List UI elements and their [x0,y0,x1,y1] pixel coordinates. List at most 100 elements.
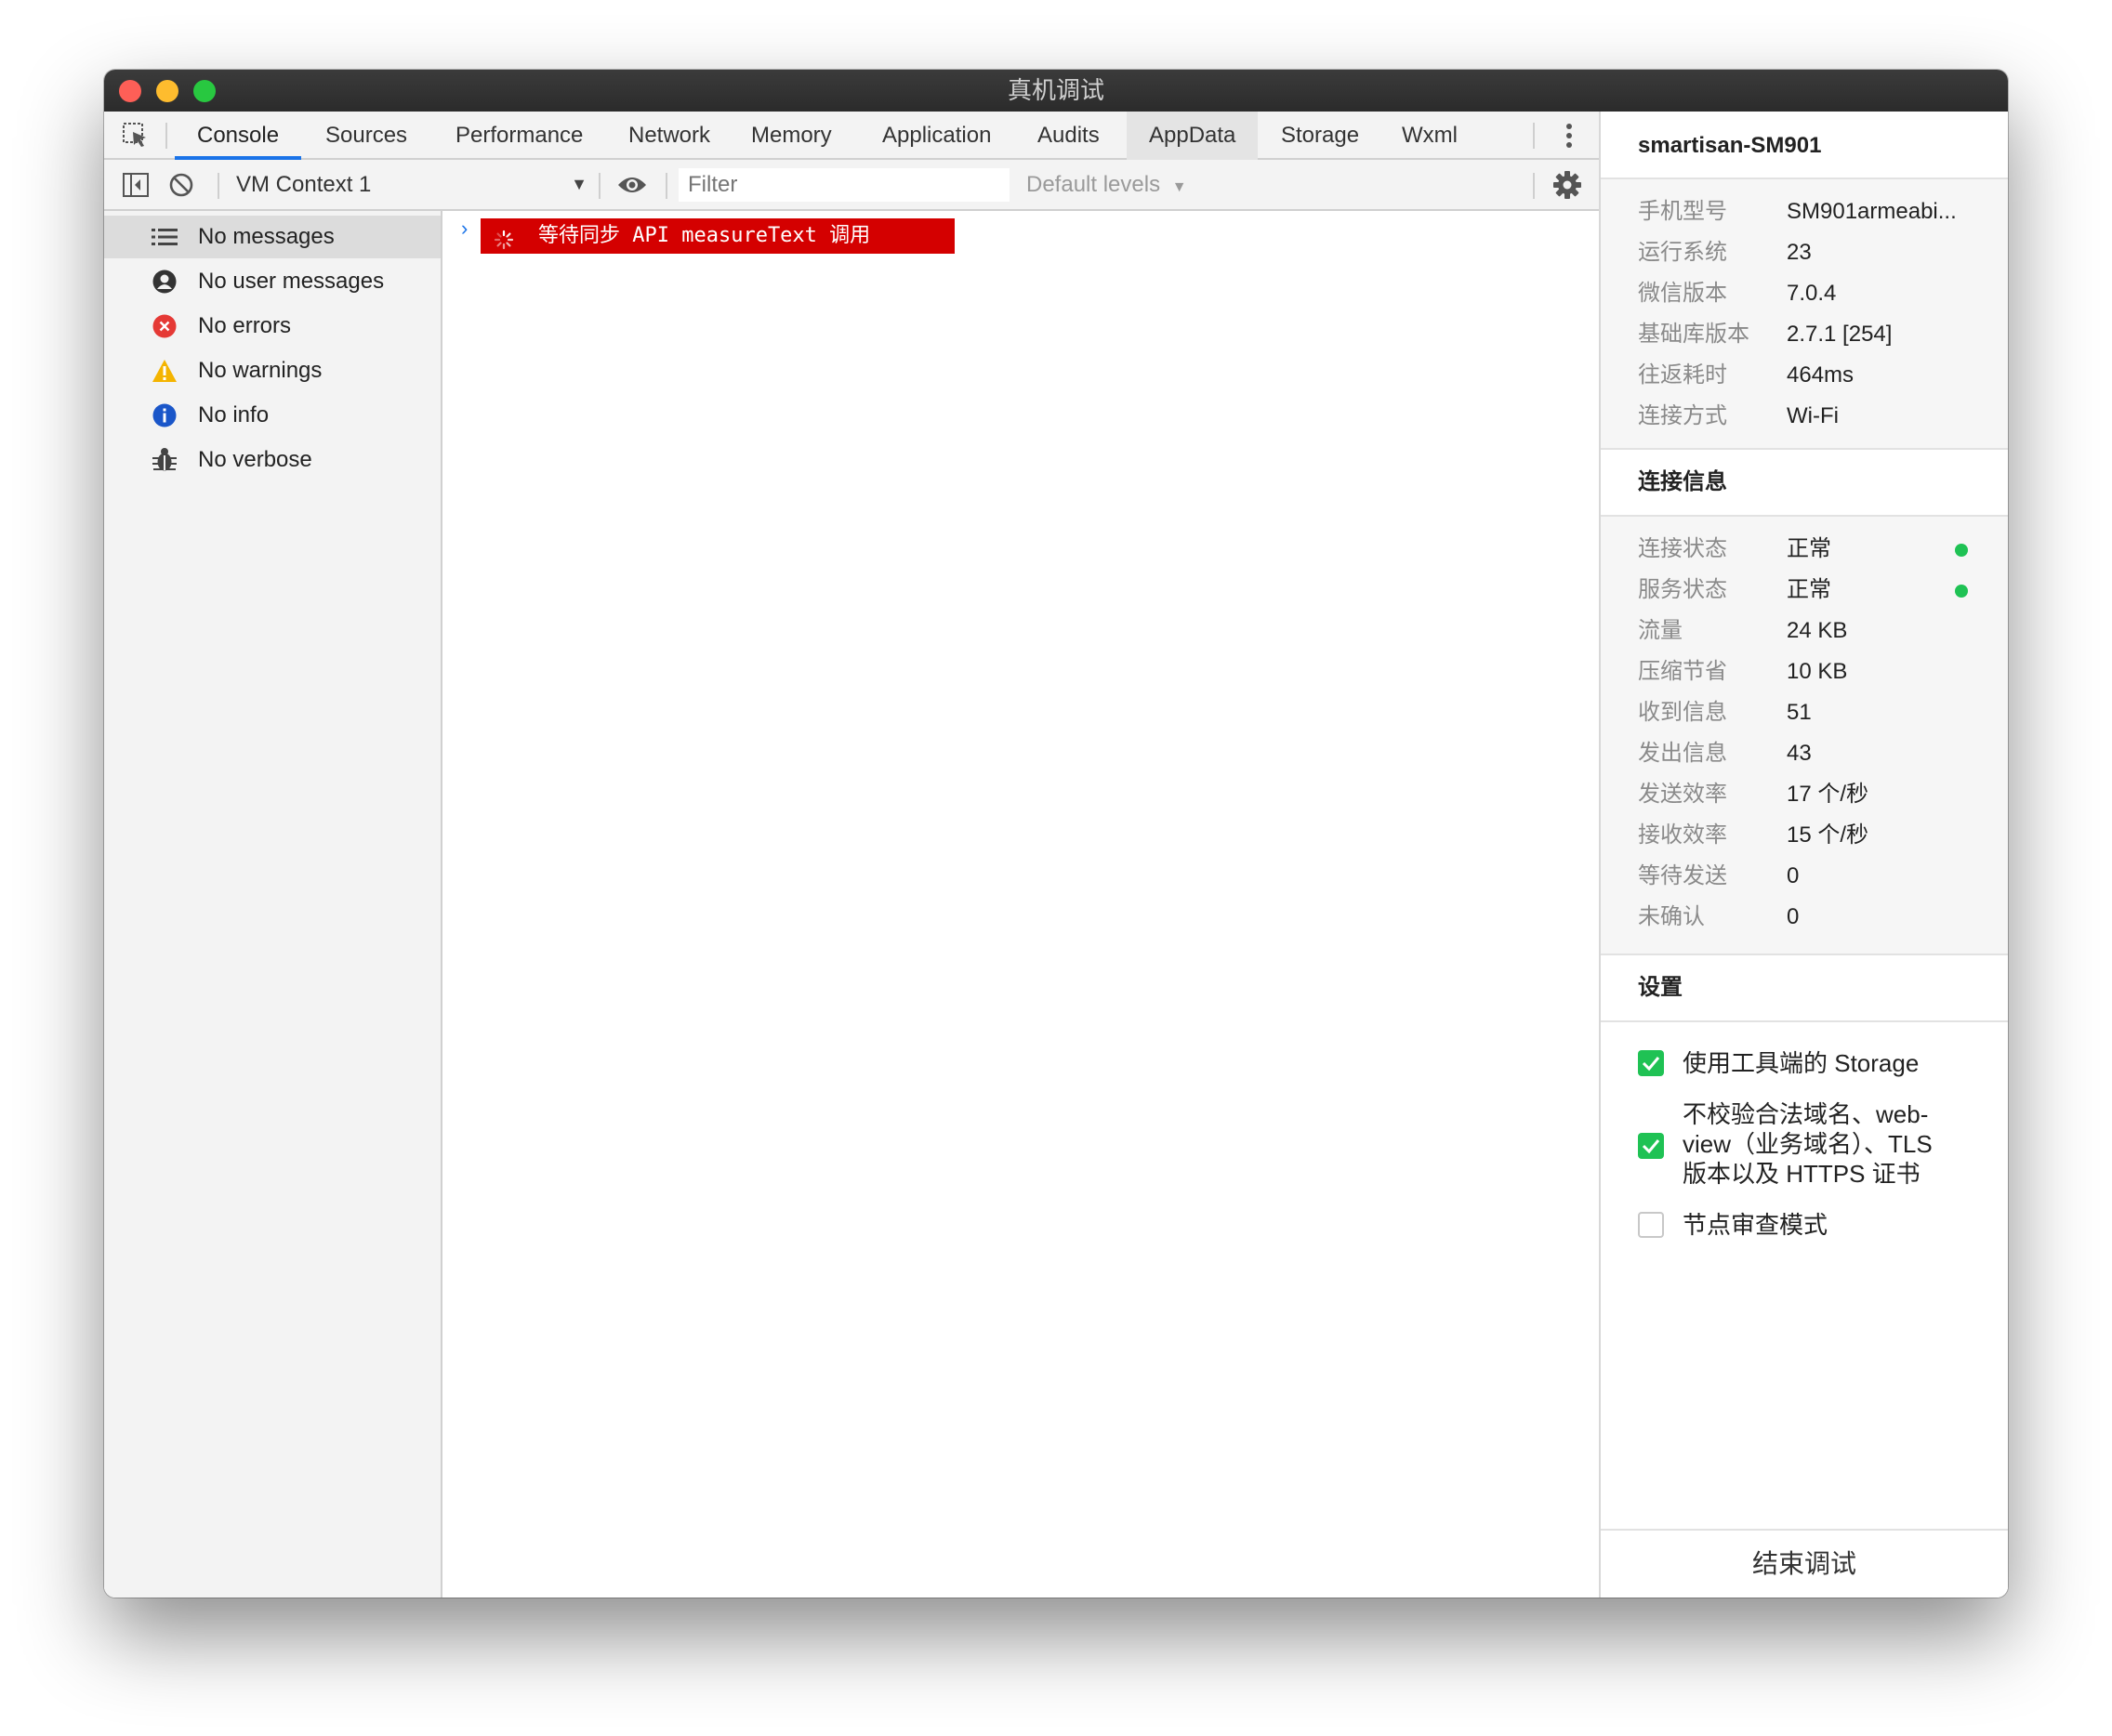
settings-section-title: 设置 [1601,953,2008,1022]
divider [666,173,667,199]
bug-icon [151,446,178,474]
connection-row: 等待发送 0 [1638,858,1982,895]
connection-key: 等待发送 [1638,863,1727,888]
end-debug-button[interactable]: 结束调试 [1601,1529,2008,1598]
close-window-button[interactable] [119,80,141,102]
info-row: 微信版本 7.0.4 [1638,275,1982,312]
setting-skip-domain-check[interactable]: 不校验合法域名、web- view（业务域名）、TLS 版本以及 HTTPS 证… [1638,1099,1991,1190]
connection-row: 未确认 0 [1638,899,1982,936]
connection-row: 压缩节省 10 KB [1638,653,1982,690]
context-label: VM Context 1 [236,172,372,197]
sidebar-item-errors[interactable]: No errors [104,305,441,348]
connection-row: 连接状态 正常 [1638,531,1982,568]
expand-chevron-icon[interactable]: › [461,218,468,239]
info-row: 往返耗时 464ms [1638,357,1982,394]
connection-value: 10 KB [1787,659,1848,684]
toggle-sidebar-icon[interactable] [119,168,152,202]
tab-console[interactable]: Console [175,112,302,160]
info-key: 运行系统 [1638,240,1727,265]
connection-key: 接收效率 [1638,822,1727,848]
connection-row: 服务状态 正常 [1638,572,1982,609]
sidebar-item-label: No info [198,402,270,427]
sidebar-item-verbose[interactable]: No verbose [104,439,441,481]
live-expression-eye-icon[interactable] [615,168,649,202]
checkbox-checked-icon[interactable] [1638,1133,1664,1159]
tab-audits[interactable]: Audits [1015,112,1122,160]
setting-label: 使用工具端的 Storage [1683,1049,1920,1077]
setting-use-tool-storage[interactable]: 使用工具端的 Storage [1638,1048,1991,1078]
checkbox-unchecked-icon[interactable] [1638,1212,1664,1238]
tab-sources[interactable]: Sources [303,112,429,160]
checkbox-checked-icon[interactable] [1638,1050,1664,1076]
context-selector[interactable]: VM Context 1 ▼ [236,160,587,209]
connection-key: 发出信息 [1638,741,1727,766]
title-bar: 真机调试 [104,70,2008,112]
tab-application[interactable]: Application [860,112,1013,160]
sidebar-item-messages[interactable]: No messages [104,216,441,258]
remote-debug-panel: smartisan-SM901 手机型号 SM901armeabi... 运行系统… [1599,112,2008,1598]
connection-key: 压缩节省 [1638,659,1727,684]
devtools-panel: Console Sources Performance Network Memo… [104,112,1599,1598]
tab-appdata[interactable]: AppData [1127,112,1259,160]
inspect-element-icon[interactable] [119,119,152,152]
sidebar-item-warnings[interactable]: No warnings [104,349,441,392]
tab-storage[interactable]: Storage [1259,112,1381,160]
info-value: 2.7.1 [254] [1787,322,1893,347]
setting-node-inspect-mode[interactable]: 节点审查模式 [1638,1210,1991,1240]
settings-gear-icon[interactable] [1551,168,1584,202]
setting-label-line: 版本以及 HTTPS 证书 [1683,1160,1921,1188]
tab-network[interactable]: Network [606,112,733,160]
user-icon [151,268,178,296]
error-icon [151,312,178,340]
sidebar-item-label: No errors [198,313,292,338]
tab-bar: Console Sources Performance Network Memo… [104,112,1599,160]
connection-value: 24 KB [1787,618,1848,643]
connection-key: 流量 [1638,618,1683,643]
sidebar-item-user-messages[interactable]: No user messages [104,260,441,303]
tab-performance[interactable]: Performance [433,112,605,160]
log-levels-label: Default levels [1026,172,1161,197]
console-output: › 等待同步 API measureText 调用 [442,211,1599,1598]
log-levels-dropdown[interactable]: Default levels ▼ [1026,160,1187,209]
connection-row: 发送效率 17 个/秒 [1638,776,1982,813]
connection-value: 正常 [1787,577,1831,602]
connection-row: 流量 24 KB [1638,612,1982,650]
warning-icon [151,357,178,385]
divider [599,173,601,199]
info-key: 往返耗时 [1638,362,1727,388]
console-message-text: 等待同步 API measureText 调用 [538,224,871,247]
info-key: 基础库版本 [1638,322,1749,347]
window-title: 真机调试 [1007,76,1104,104]
info-key: 手机型号 [1638,199,1727,224]
list-icon [151,223,178,251]
tab-memory[interactable]: Memory [729,112,854,160]
connection-row: 发出信息 43 [1638,735,1982,772]
filter-input[interactable] [679,168,1010,202]
info-value: SM901armeabi... [1787,199,1957,224]
status-ok-dot-icon [1955,585,1968,598]
console-sidebar: No messages No user messages No errors N… [104,211,442,1598]
minimize-window-button[interactable] [156,80,178,102]
more-options-icon[interactable] [1552,119,1586,152]
connection-key: 发送效率 [1638,782,1727,807]
connection-value: 正常 [1787,536,1831,561]
divider [1533,123,1535,149]
info-row: 手机型号 SM901armeabi... [1638,193,1982,230]
sidebar-item-label: No verbose [198,447,312,472]
info-key: 微信版本 [1638,281,1727,306]
connection-value: 43 [1787,741,1812,766]
sidebar-item-label: No messages [198,224,335,249]
status-ok-dot-icon [1955,544,1968,557]
connection-value: 0 [1787,904,1800,929]
clear-console-icon[interactable] [165,168,198,202]
sidebar-item-info[interactable]: No info [104,394,441,437]
sidebar-item-label: No warnings [198,358,323,383]
setting-label: 节点审查模式 [1683,1211,1828,1239]
tab-wxml[interactable]: Wxml [1379,112,1480,160]
console-message[interactable]: 等待同步 API measureText 调用 [481,218,955,254]
info-value: 23 [1787,240,1812,265]
info-row: 基础库版本 2.7.1 [254] [1638,316,1982,353]
divider [1533,173,1535,199]
connection-value: 51 [1787,700,1812,725]
zoom-window-button[interactable] [193,80,216,102]
